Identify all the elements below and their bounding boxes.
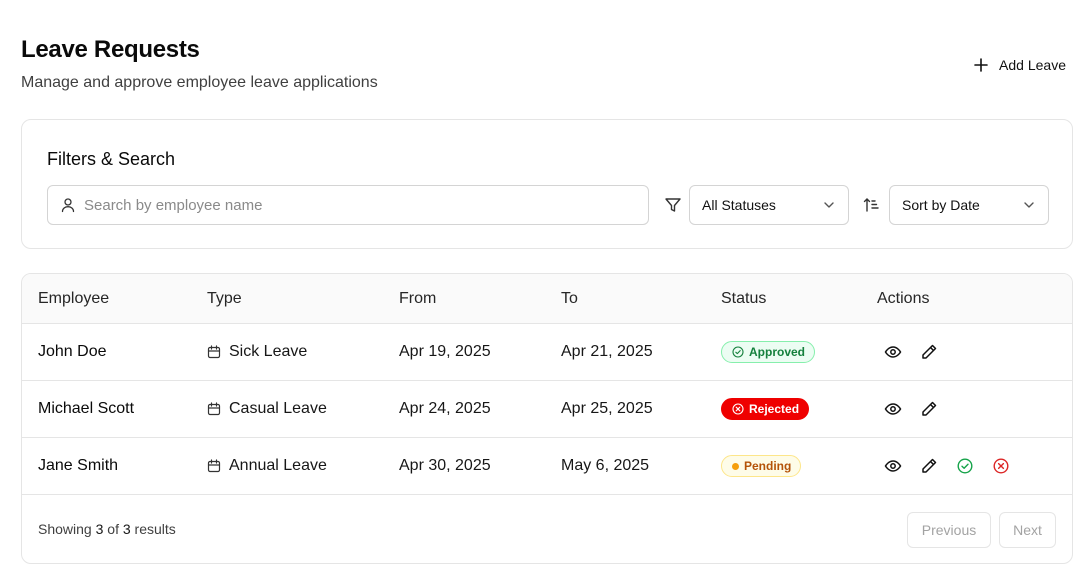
results-summary: Showing 3 of 3 results bbox=[38, 521, 176, 537]
table-header: Employee Type From To Status Actions bbox=[22, 274, 1072, 324]
column-header-to: To bbox=[561, 290, 578, 307]
eye-icon bbox=[884, 460, 902, 472]
previous-page-button[interactable]: Previous bbox=[907, 512, 991, 548]
chevron-down-icon bbox=[1024, 202, 1034, 208]
pencil-icon bbox=[922, 344, 937, 359]
row-actions bbox=[884, 343, 938, 361]
column-header-actions: Actions bbox=[877, 290, 930, 307]
pencil-icon bbox=[922, 401, 937, 416]
from-date: Apr 30, 2025 bbox=[399, 457, 491, 474]
calendar-icon bbox=[207, 459, 221, 473]
calendar-icon bbox=[207, 345, 221, 359]
to-date: Apr 21, 2025 bbox=[561, 343, 653, 360]
employee-name: Michael Scott bbox=[38, 400, 135, 417]
calendar-icon bbox=[207, 402, 221, 416]
eye-icon bbox=[884, 346, 902, 358]
leave-type: Casual Leave bbox=[207, 400, 327, 418]
leave-type-label: Sick Leave bbox=[229, 343, 308, 360]
check-circle-icon bbox=[732, 346, 744, 358]
check-circle-icon bbox=[957, 458, 973, 474]
search-input[interactable] bbox=[84, 196, 644, 214]
status-label: Rejected bbox=[749, 402, 800, 416]
column-header-employee: Employee bbox=[38, 290, 110, 307]
page-subtitle: Manage and approve employee leave applic… bbox=[21, 74, 378, 91]
pencil-icon bbox=[922, 458, 937, 473]
results-word: results bbox=[134, 521, 176, 537]
edit-button[interactable] bbox=[920, 400, 938, 418]
row-actions bbox=[884, 400, 938, 418]
employee-name: Jane Smith bbox=[38, 457, 119, 474]
pending-dot-icon bbox=[732, 462, 739, 470]
view-button[interactable] bbox=[884, 400, 902, 418]
table-row: John Doe Sick Leave Apr 19, 2025 Apr 21,… bbox=[22, 324, 1072, 381]
status-label: Pending bbox=[744, 459, 792, 473]
leave-type-label: Annual Leave bbox=[229, 457, 327, 474]
edit-button[interactable] bbox=[920, 343, 938, 361]
from-date: Apr 19, 2025 bbox=[399, 343, 491, 360]
shown-count: 3 bbox=[95, 521, 104, 537]
status-badge: Rejected bbox=[721, 398, 810, 420]
to-date: Apr 25, 2025 bbox=[561, 400, 653, 417]
user-icon bbox=[61, 198, 75, 213]
to-date: May 6, 2025 bbox=[561, 457, 650, 474]
of-word: of bbox=[107, 521, 119, 537]
row-actions bbox=[884, 457, 1010, 475]
from-date: Apr 24, 2025 bbox=[399, 400, 491, 417]
x-circle-icon bbox=[993, 458, 1009, 474]
filter-icon bbox=[665, 198, 681, 212]
x-circle-icon bbox=[732, 403, 744, 415]
showing-prefix: Showing bbox=[38, 521, 92, 537]
table-row: Michael Scott Casual Leave Apr 24, 2025 … bbox=[22, 381, 1072, 438]
status-badge: Approved bbox=[721, 341, 816, 363]
leave-type: Annual Leave bbox=[207, 457, 327, 475]
eye-icon bbox=[884, 403, 902, 415]
filters-title: Filters & Search bbox=[47, 149, 176, 169]
total-count: 3 bbox=[122, 521, 131, 537]
column-header-type: Type bbox=[207, 290, 242, 307]
status-label: Approved bbox=[749, 345, 806, 359]
chevron-down-icon bbox=[824, 202, 834, 208]
view-button[interactable] bbox=[884, 343, 902, 361]
column-header-status: Status bbox=[721, 290, 767, 307]
leave-type: Sick Leave bbox=[207, 343, 307, 361]
view-button[interactable] bbox=[884, 457, 902, 475]
status-select-value: All Statuses bbox=[702, 197, 776, 213]
next-page-button[interactable]: Next bbox=[999, 512, 1056, 548]
reject-button[interactable] bbox=[992, 457, 1010, 475]
leave-type-label: Casual Leave bbox=[229, 400, 327, 417]
table-row: Jane Smith Annual Leave Apr 30, 2025 May… bbox=[22, 438, 1072, 495]
leave-requests-table: Employee Type From To Status Actions Joh… bbox=[21, 273, 1073, 564]
page-title: Leave Requests bbox=[21, 36, 200, 63]
column-header-from: From bbox=[399, 290, 437, 307]
filters-card: Filters & Search All Statuses Sort by Da… bbox=[21, 119, 1073, 249]
add-leave-label: Add Leave bbox=[999, 57, 1066, 73]
status-select[interactable]: All Statuses bbox=[689, 185, 849, 225]
sort-select[interactable]: Sort by Date bbox=[889, 185, 1049, 225]
sort-icon bbox=[863, 198, 879, 212]
plus-icon bbox=[974, 58, 988, 72]
status-badge: Pending bbox=[721, 455, 802, 477]
approve-button[interactable] bbox=[956, 457, 974, 475]
sort-select-value: Sort by Date bbox=[902, 197, 980, 213]
edit-button[interactable] bbox=[920, 457, 938, 475]
search-box[interactable] bbox=[47, 185, 649, 225]
employee-name: John Doe bbox=[38, 343, 107, 360]
add-leave-button[interactable]: Add Leave bbox=[973, 50, 1066, 80]
